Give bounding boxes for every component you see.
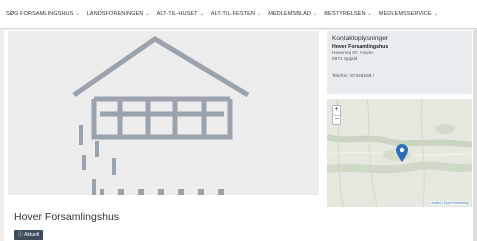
contact-city: 6971 Spjald: [332, 56, 358, 62]
zoom-in-button[interactable]: +: [333, 106, 340, 115]
nav-item-landsforeningen[interactable]: LANDSFORENINGEN ⌄: [87, 11, 150, 17]
nav-item-alt-til-huset[interactable]: ALT-TIL-HUSET ⌄: [157, 11, 204, 17]
building-placeholder-icon: [72, 36, 250, 195]
nav-item-label: MEDLEMSSERVICE: [378, 11, 432, 17]
nav-item-label: BESTYRELSEN: [324, 11, 366, 17]
contact-heading: Kontaktoplysninger: [332, 35, 389, 42]
nav-item-label: ALT-TIL-HUSET: [156, 11, 198, 17]
page-title: Hover Forsamlingshus: [14, 211, 120, 223]
nav-item-medlemsservice[interactable]: MEDLEMSSERVICE ⌄: [379, 11, 438, 17]
location-map[interactable]: + − Leaflet | OpenStreetMap: [327, 99, 472, 207]
main-navigation: SØG FORSAMLINGSHUS ⌄ LANDSFORENINGEN ⌄ A…: [0, 0, 477, 29]
chevron-down-icon: ⌄: [433, 11, 438, 17]
contact-panel: Kontaktoplysninger Hover Forsamlingshus …: [327, 31, 472, 94]
nav-item-medlemsblad[interactable]: MEDLEMSBLAD ⌄: [268, 11, 317, 17]
aktuelt-badge[interactable]: ⓘ Aktuelt: [14, 230, 44, 240]
chevron-down-icon: ⌄: [145, 11, 150, 17]
nav-item-label: LANDSFORENINGEN: [86, 11, 144, 17]
map-attribution[interactable]: Leaflet | OpenStreetMap: [428, 201, 470, 205]
nav-item-bestyrelsen[interactable]: BESTYRELSEN ⌄: [324, 11, 372, 17]
map-marker-icon[interactable]: [396, 144, 408, 162]
nav-item-label: ALT-TIL-FESTEN: [210, 11, 255, 17]
nav-item-label: MEDLEMSBLAD: [268, 11, 312, 17]
page-content: Kontaktoplysninger Hover Forsamlingshus …: [4, 30, 477, 241]
nav-item-alt-til-festen[interactable]: ALT-TIL-FESTEN ⌄: [211, 11, 261, 17]
nav-item-label: SØG FORSAMLINGSHUS: [6, 11, 74, 17]
zoom-out-button[interactable]: −: [333, 115, 340, 124]
nav-item-soeg-forsamlingshus[interactable]: SØG FORSAMLINGSHUS ⌄: [6, 11, 80, 17]
chevron-down-icon: ⌄: [256, 11, 262, 17]
hero-image-placeholder: [8, 31, 319, 195]
chevron-down-icon: ⌄: [199, 11, 204, 17]
chevron-down-icon: ⌄: [75, 11, 80, 17]
chevron-down-icon: ⌄: [367, 11, 372, 17]
scrollbar-track[interactable]: [473, 30, 477, 241]
contact-phone: Telefon: 97348188 /: [332, 73, 375, 79]
map-zoom-control: + −: [332, 105, 341, 125]
chevron-down-icon: ⌄: [313, 11, 318, 17]
